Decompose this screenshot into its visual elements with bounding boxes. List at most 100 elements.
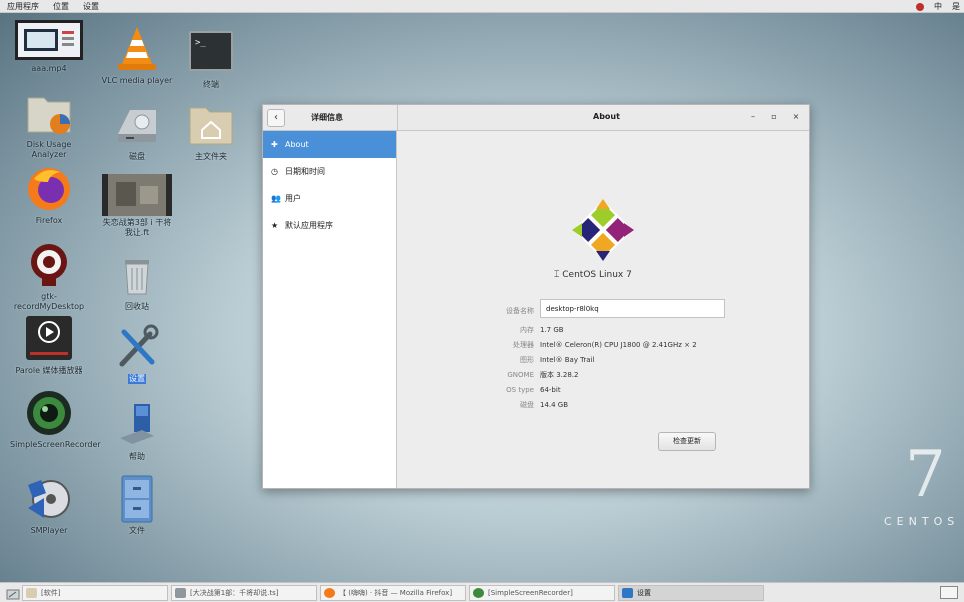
taskbar-item-active[interactable]: 设置 — [618, 585, 764, 601]
device-name-row: 设备名称 desktop-r8l0kq — [478, 299, 725, 322]
desktop-icon-label: Parole 媒体播放器 — [15, 366, 83, 375]
trash-icon — [112, 250, 162, 300]
check-updates-button[interactable]: 检查更新 — [658, 432, 716, 451]
firefox-icon — [24, 164, 74, 214]
info-value: 1.7 GB — [540, 325, 564, 334]
desktop-icon-label: 终端 — [203, 80, 219, 89]
star-icon: ★ — [271, 221, 279, 230]
taskbar-item-label: [SimpleScreenRecorder] — [488, 589, 573, 597]
desktop-icon-label: 回收站 — [125, 302, 149, 311]
sidebar-item-date-time[interactable]: ◷ 日期和时间 — [263, 158, 396, 185]
centos-logo-icon — [570, 197, 636, 263]
home-folder-icon — [186, 100, 236, 150]
input-method-indicator[interactable]: 中 — [934, 1, 942, 12]
taskbar-item[interactable]: [软件] — [22, 585, 168, 601]
desktop-icon-aaa-mp4[interactable]: aaa.mp4 — [9, 20, 89, 74]
centos-brand-number: 7 — [905, 438, 946, 512]
close-button[interactable]: × — [790, 112, 802, 121]
desktop-icon-settings[interactable]: 设置 — [97, 322, 177, 384]
desktop-icon-files[interactable]: 文件 — [97, 474, 177, 536]
desktop-icon-label: 文件 — [129, 526, 145, 535]
centos-brand-text: CENTOS — [884, 515, 960, 528]
desktop-icon-parole[interactable]: Parole 媒体播放器 — [9, 314, 89, 376]
window-title: About — [593, 112, 620, 121]
desktop-icon-firefox[interactable]: Firefox — [9, 164, 89, 226]
taskbar-item-label: [大决战第1部：千将却说.ts] — [190, 589, 279, 597]
menu-settings[interactable]: 设置 — [76, 1, 106, 12]
desktop-icon-vlc[interactable]: VLC media player — [97, 24, 177, 86]
info-key: GNOME — [507, 370, 534, 379]
about-panel: ⌶ CentOS Linux 7 设备名称 desktop-r8l0kq 内存 … — [398, 131, 809, 488]
desktop-icon-help[interactable]: 帮助 — [97, 400, 177, 462]
status-indicator[interactable]: 是 — [952, 1, 960, 12]
disk-drive-icon — [112, 100, 162, 150]
desktop-icon-label: SimpleScreenRecorder — [10, 440, 101, 449]
desktop-icon-label: Firefox — [35, 216, 63, 225]
info-key: 处理器 — [513, 340, 534, 349]
desktop-icon-label: 设置 — [128, 374, 146, 384]
settings-sidebar: ✚ About ◷ 日期和时间 👥 用户 ★ 默认应用程序 — [263, 131, 397, 488]
minimize-button[interactable]: – — [747, 112, 759, 121]
users-icon: 👥 — [271, 194, 281, 203]
desktop-icon-simplescreenrecorder[interactable]: SimpleScreenRecorder — [9, 388, 101, 450]
parole-icon — [24, 314, 74, 364]
info-row-graphics: 图形 Intel® Bay Trail — [478, 352, 725, 367]
plus-icon: ✚ — [271, 140, 278, 149]
taskbar-item-label: 设置 — [637, 589, 651, 597]
taskbar-item-label: [软件] — [41, 589, 61, 597]
desktop-icon-label: aaa.mp4 — [31, 64, 67, 73]
top-menu: 应用程序 位置 设置 — [0, 1, 106, 12]
device-name-label: 设备名称 — [506, 306, 534, 315]
camera-lens-icon — [24, 388, 74, 438]
film-file-icon — [102, 174, 172, 216]
back-button[interactable]: ‹ — [267, 109, 285, 127]
record-indicator-icon[interactable] — [916, 2, 924, 11]
sidebar-item-users[interactable]: 👥 用户 — [263, 185, 396, 212]
info-key: OS type — [506, 385, 534, 394]
sidebar-item-default-apps[interactable]: ★ 默认应用程序 — [263, 212, 396, 239]
desktop-icon-film[interactable]: 失恋战第3部 i 干将 我让.ft — [97, 174, 177, 238]
svg-text:>_: >_ — [195, 38, 206, 48]
desktop-icon-recordmydesktop[interactable]: gtk-recordMyDesktop — [9, 240, 89, 312]
info-row-processor: 处理器 Intel® Celeron(R) CPU J1800 @ 2.41GH… — [478, 337, 725, 352]
sidebar-item-label: 默认应用程序 — [285, 221, 333, 230]
device-name-field[interactable]: desktop-r8l0kq — [540, 299, 725, 318]
desktop-icon-label: 失恋战第3部 i 干将 我让.ft — [102, 218, 172, 237]
info-key: 磁盘 — [520, 400, 534, 409]
system-info: 设备名称 desktop-r8l0kq 内存 1.7 GB 处理器 Intel®… — [478, 299, 725, 412]
maximize-button[interactable]: ▫ — [768, 112, 780, 121]
taskbar-item[interactable]: [大决战第1部：千将却说.ts] — [171, 585, 317, 601]
show-desktop-icon[interactable] — [6, 586, 20, 600]
file-cabinet-icon — [112, 474, 162, 524]
desktop-icon-trash[interactable]: 回收站 — [97, 250, 177, 312]
top-panel: 应用程序 位置 设置 中 是 — [0, 0, 964, 13]
info-row-disk: 磁盘 14.4 GB — [478, 397, 725, 412]
sidebar-item-label: 用户 — [285, 194, 301, 203]
window-header: ‹ 详细信息 About – ▫ × — [263, 105, 809, 131]
info-key: 内存 — [520, 325, 534, 334]
info-row-os-type: OS type 64-bit — [478, 382, 725, 397]
help-icon — [112, 400, 162, 450]
desktop-icon-disks[interactable]: 磁盘 — [97, 100, 177, 162]
sidebar-item-label: 日期和时间 — [285, 167, 325, 176]
info-value: 64-bit — [540, 385, 561, 394]
menu-places[interactable]: 位置 — [46, 1, 76, 12]
workspace-switcher[interactable] — [940, 586, 958, 599]
taskbar-item[interactable]: [SimpleScreenRecorder] — [469, 585, 615, 601]
taskbar-item[interactable]: 【 (嗨嗨) · 抖音 — Mozilla Firefox] — [320, 585, 466, 601]
disk-usage-icon — [24, 88, 74, 138]
video-file-icon — [175, 588, 186, 598]
desktop-icon-label: 帮助 — [129, 452, 145, 461]
desktop-icon-terminal[interactable]: >_ 终端 — [171, 28, 251, 90]
info-row-gnome: GNOME 版本 3.28.2 — [478, 367, 725, 382]
menu-applications[interactable]: 应用程序 — [0, 1, 46, 12]
desktop-icon-disk-usage[interactable]: Disk Usage Analyzer — [9, 88, 89, 160]
info-value: 14.4 GB — [540, 400, 569, 409]
desktop-icon-label: 磁盘 — [129, 152, 145, 161]
desktop-icon-smplayer[interactable]: SMPlayer — [9, 474, 89, 536]
desktop-icon-home[interactable]: 主文件夹 — [171, 100, 251, 162]
settings-window: ‹ 详细信息 About – ▫ × ✚ About ◷ 日期和时间 👥 用户 … — [262, 104, 810, 489]
sidebar-item-about[interactable]: ✚ About — [263, 131, 396, 158]
taskbar: [软件] [大决战第1部：千将却说.ts] 【 (嗨嗨) · 抖音 — Mozi… — [0, 582, 964, 602]
taskbar-item-label: 【 (嗨嗨) · 抖音 — Mozilla Firefox] — [339, 589, 453, 597]
